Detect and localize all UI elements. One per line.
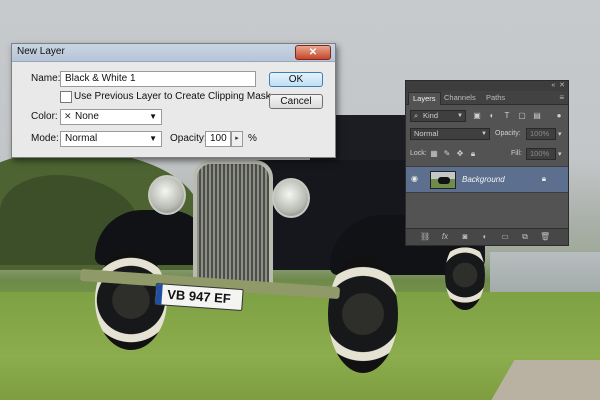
mode-select[interactable]: Normal ▼ bbox=[60, 131, 162, 147]
opacity-label: Opacity: bbox=[495, 130, 521, 137]
smart-object-filter-icon[interactable]: ▤ bbox=[532, 111, 542, 121]
close-button[interactable]: ✕ bbox=[295, 45, 331, 60]
lock-label: Lock: bbox=[410, 150, 427, 157]
lock-icon[interactable]: 🔒︎ bbox=[542, 174, 546, 184]
layers-panel: « ✕ Layers Channels Paths ≡ ⌕ Kind ▼ ▣ ◐… bbox=[405, 80, 569, 246]
clipping-mask-checkbox[interactable] bbox=[60, 91, 72, 103]
tab-layers[interactable]: Layers bbox=[408, 92, 441, 105]
blend-row: Normal ▼ Opacity: 100% ▾ bbox=[406, 125, 568, 143]
lock-row: Lock: ▦ ✎ ✥ 🔒︎ Fill: 100% ▾ bbox=[406, 145, 568, 163]
chevron-down-icon: ▼ bbox=[149, 112, 157, 121]
type-filter-icon[interactable]: T bbox=[502, 111, 512, 121]
chevron-down-icon[interactable]: ▾ bbox=[558, 150, 562, 158]
opacity-field[interactable]: 100% bbox=[526, 128, 556, 140]
search-icon: ⌕ bbox=[414, 111, 419, 120]
panel-menu-icon[interactable]: ≡ bbox=[559, 93, 564, 102]
tab-channels[interactable]: Channels bbox=[440, 92, 480, 104]
fill-label: Fill: bbox=[511, 150, 522, 157]
tab-paths[interactable]: Paths bbox=[482, 92, 509, 104]
name-label: Name: bbox=[31, 73, 61, 84]
filter-toggle-icon[interactable]: ● bbox=[554, 111, 564, 121]
chevron-down-icon[interactable]: ▾ bbox=[558, 130, 562, 138]
dialog-titlebar[interactable]: New Layer ✕ bbox=[12, 44, 335, 62]
new-layer-dialog: New Layer ✕ Name: Black & White 1 Use Pr… bbox=[11, 43, 336, 158]
link-icon[interactable]: ⛓ bbox=[420, 232, 430, 242]
blend-mode-value: Normal bbox=[414, 129, 439, 138]
filter-kind-value: Kind bbox=[423, 111, 439, 120]
lock-image-icon[interactable]: ✎ bbox=[442, 149, 452, 159]
new-layer-icon[interactable]: ⧉ bbox=[520, 232, 530, 242]
name-field[interactable]: Black & White 1 bbox=[60, 71, 256, 87]
folder-icon[interactable]: ▭ bbox=[500, 232, 510, 242]
clipping-mask-label: Use Previous Layer to Create Clipping Ma… bbox=[74, 91, 271, 102]
shape-filter-icon[interactable]: ▢ bbox=[517, 111, 527, 121]
panel-tabs: Layers Channels Paths ≡ bbox=[406, 91, 568, 105]
mode-label: Mode: bbox=[31, 133, 59, 144]
layer-row-background[interactable]: ◉ Background 🔒︎ bbox=[406, 166, 568, 193]
trash-icon[interactable]: 🗑︎ bbox=[540, 232, 550, 242]
ok-button[interactable]: OK bbox=[269, 72, 323, 87]
opacity-label: Opacity: bbox=[170, 133, 207, 144]
no-color-icon: ✕ bbox=[64, 111, 72, 121]
lock-transparent-icon[interactable]: ▦ bbox=[429, 149, 439, 159]
layer-thumbnail[interactable] bbox=[430, 171, 456, 189]
mode-select-value: Normal bbox=[65, 133, 98, 144]
color-label: Color: bbox=[31, 111, 58, 122]
adjustment-icon[interactable]: ◐ bbox=[480, 232, 490, 242]
opacity-field[interactable]: 100 bbox=[205, 131, 231, 147]
chevron-down-icon: ▼ bbox=[481, 131, 487, 137]
panel-topbar[interactable]: « ✕ bbox=[406, 81, 568, 91]
chevron-down-icon: ▼ bbox=[457, 113, 463, 119]
dialog-title: New Layer bbox=[17, 46, 65, 57]
color-select[interactable]: None ▼ bbox=[60, 109, 162, 125]
layer-name[interactable]: Background bbox=[462, 175, 505, 184]
panel-bottom-bar: ⛓ fx ◙ ◐ ▭ ⧉ 🗑︎ bbox=[406, 228, 568, 245]
lock-position-icon[interactable]: ✥ bbox=[455, 149, 465, 159]
chevron-down-icon: ▼ bbox=[149, 134, 157, 143]
car-grille bbox=[193, 160, 273, 290]
fx-icon[interactable]: fx bbox=[440, 232, 450, 242]
lock-all-icon[interactable]: 🔒︎ bbox=[468, 149, 478, 159]
car-wheel-rear bbox=[445, 240, 485, 310]
mask-icon[interactable]: ◙ bbox=[460, 232, 470, 242]
opacity-unit: % bbox=[248, 133, 257, 144]
cancel-button[interactable]: Cancel bbox=[269, 94, 323, 109]
fill-field[interactable]: 100% bbox=[526, 148, 556, 160]
color-select-value: None bbox=[75, 111, 99, 122]
filter-row: ⌕ Kind ▼ ▣ ◐ T ▢ ▤ ● bbox=[406, 107, 568, 125]
pixel-filter-icon[interactable]: ▣ bbox=[472, 111, 482, 121]
car-headlamp-right bbox=[272, 178, 310, 218]
car-headlamp-left bbox=[148, 175, 186, 215]
adjustment-filter-icon[interactable]: ◐ bbox=[487, 111, 497, 121]
blend-mode-select[interactable]: Normal ▼ bbox=[410, 128, 490, 140]
opacity-stepper[interactable]: ▸ bbox=[231, 131, 243, 147]
filter-kind-select[interactable]: ⌕ Kind ▼ bbox=[410, 110, 466, 122]
collapse-icon[interactable]: « ✕ bbox=[551, 81, 565, 89]
eye-icon[interactable]: ◉ bbox=[411, 174, 418, 183]
car-wheel-front-right bbox=[328, 255, 398, 373]
